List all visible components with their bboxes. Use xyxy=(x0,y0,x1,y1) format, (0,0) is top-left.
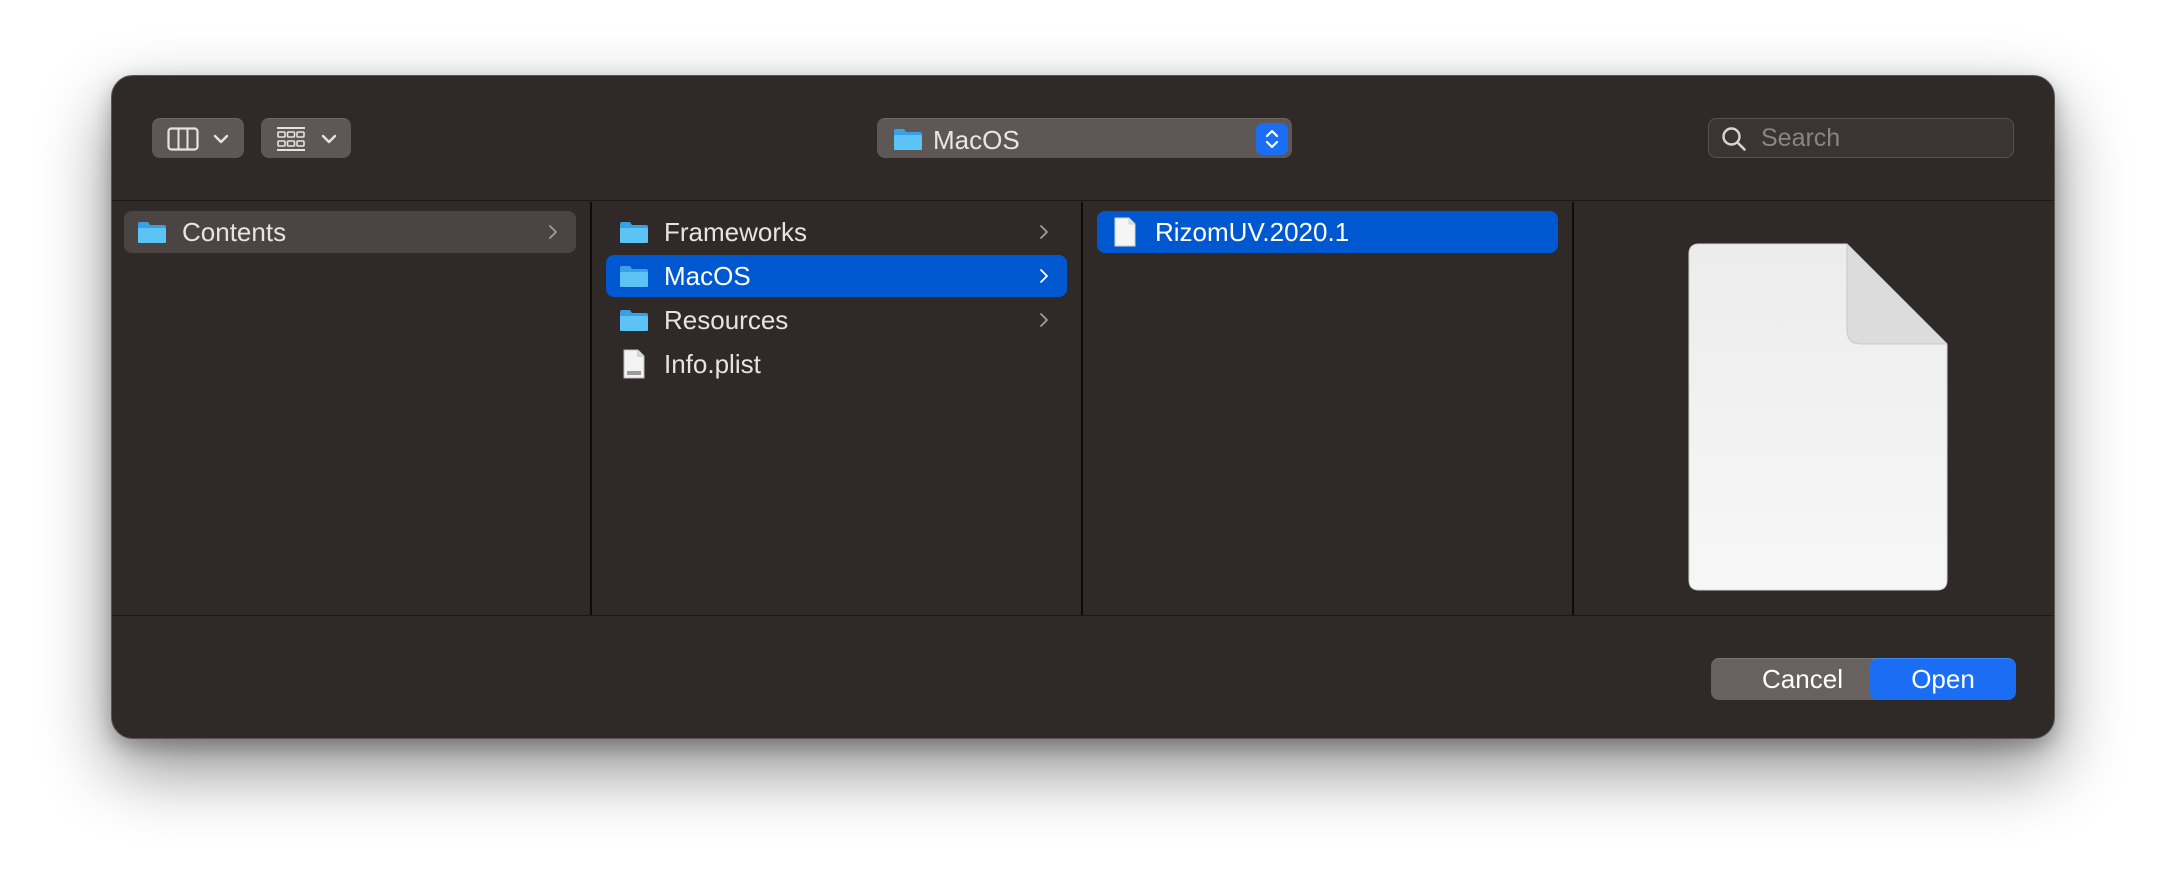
columns-view-icon xyxy=(167,126,199,151)
chevron-right-icon xyxy=(1039,268,1059,284)
column-3: RizomUV.2020.1 xyxy=(1085,202,1574,615)
search-input[interactable] xyxy=(1761,122,2001,154)
folder-icon xyxy=(136,217,168,247)
list-item-macos[interactable]: MacOS xyxy=(606,255,1067,297)
list-item-rizomuv[interactable]: RizomUV.2020.1 xyxy=(1097,211,1558,253)
chevron-down-icon xyxy=(321,134,337,143)
list-item-contents[interactable]: Contents xyxy=(124,211,576,253)
grid-group-icon xyxy=(277,126,305,151)
chevron-down-icon xyxy=(213,134,229,143)
document-preview-icon xyxy=(1687,242,1955,599)
cancel-button[interactable]: Cancel xyxy=(1711,658,1894,700)
search-field[interactable] xyxy=(1708,118,2014,158)
item-label: Resources xyxy=(664,304,789,335)
view-mode-button[interactable] xyxy=(152,118,244,158)
chevron-right-icon xyxy=(1039,312,1059,328)
open-file-dialog: MacOS Content xyxy=(111,75,2055,739)
folder-icon xyxy=(618,305,650,335)
path-label: MacOS xyxy=(933,125,1020,155)
list-item-info-plist[interactable]: Info.plist xyxy=(606,343,1067,385)
path-popup-button[interactable]: MacOS xyxy=(877,118,1292,158)
plist-file-icon xyxy=(618,349,650,379)
chevron-right-icon xyxy=(1039,224,1059,240)
column-2: Frameworks MacOS Resources Info.plist xyxy=(594,202,1083,615)
list-item-frameworks[interactable]: Frameworks xyxy=(606,211,1067,253)
list-item-resources[interactable]: Resources xyxy=(606,299,1067,341)
item-label: MacOS xyxy=(664,260,751,291)
up-down-chevron-icon xyxy=(1256,123,1288,155)
item-label: Contents xyxy=(182,216,287,247)
item-label: Frameworks xyxy=(664,216,808,247)
folder-icon xyxy=(618,261,650,291)
document-icon xyxy=(1109,217,1141,247)
search-icon xyxy=(1721,126,1747,157)
chevron-right-icon xyxy=(548,224,568,240)
open-button[interactable]: Open xyxy=(1870,658,2016,700)
group-by-button[interactable] xyxy=(261,118,351,158)
folder-icon xyxy=(618,217,650,247)
column-1: Contents xyxy=(112,202,592,615)
item-label: RizomUV.2020.1 xyxy=(1155,216,1350,247)
toolbar: MacOS xyxy=(112,76,2054,201)
item-label: Info.plist xyxy=(664,348,761,379)
folder-icon xyxy=(893,127,923,156)
